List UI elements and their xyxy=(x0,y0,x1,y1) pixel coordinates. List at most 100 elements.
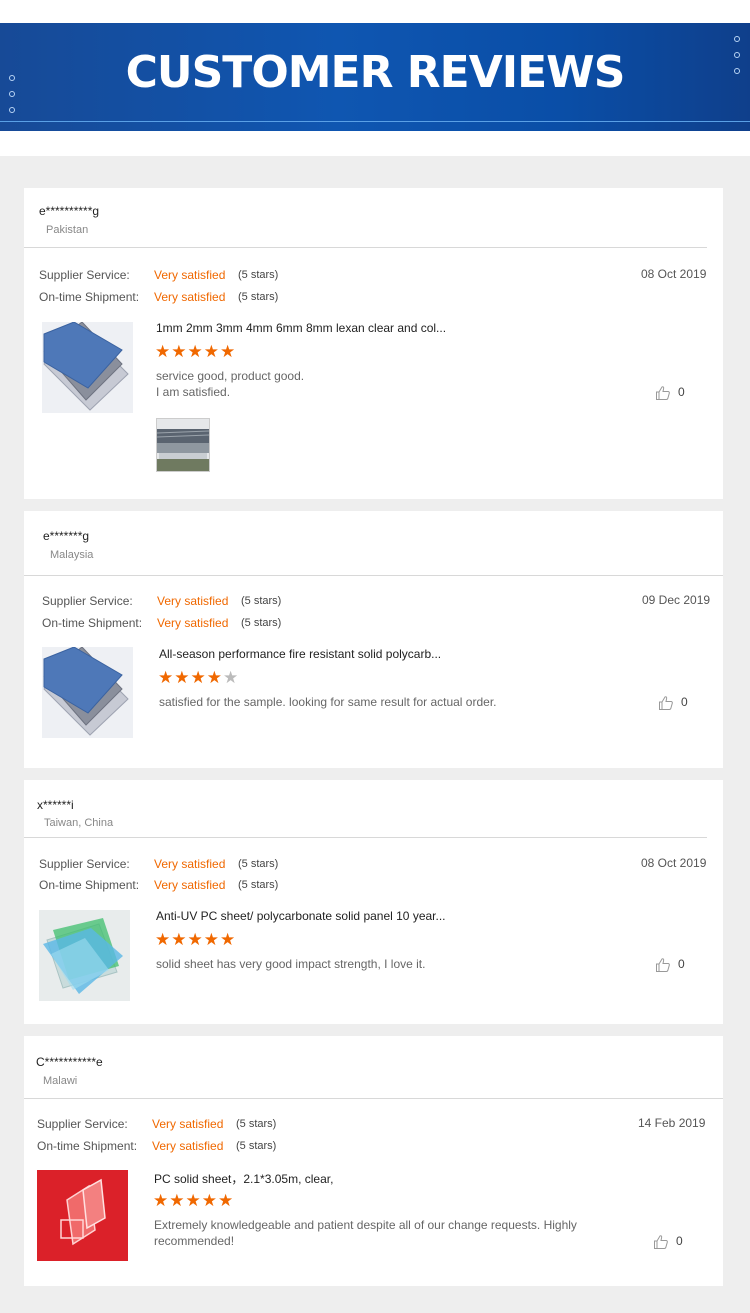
star-filled-icon: ★ xyxy=(190,668,207,687)
thumbs-up-icon[interactable] xyxy=(653,1234,669,1250)
reviewer-country: Malaysia xyxy=(50,549,94,561)
star-filled-icon: ★ xyxy=(155,930,172,949)
star-filled-icon: ★ xyxy=(203,342,220,361)
star-filled-icon: ★ xyxy=(158,668,175,687)
supplier-service-value: Very satisfied xyxy=(157,594,229,608)
thumbs-up-icon[interactable] xyxy=(658,695,674,711)
product-thumbnail[interactable] xyxy=(39,910,130,1001)
star-filled-icon: ★ xyxy=(201,1191,218,1210)
supplier-service-stars: (5 stars) xyxy=(241,595,282,607)
reviewer-name: e*******g xyxy=(43,529,90,543)
supplier-service-stars: (5 stars) xyxy=(238,269,279,281)
reviewer-country: Malawi xyxy=(43,1075,78,1087)
decor-dot-icon xyxy=(9,107,15,113)
star-filled-icon: ★ xyxy=(203,930,220,949)
product-thumbnail[interactable] xyxy=(42,647,133,738)
rating-stars: ★★★★★ xyxy=(155,931,236,948)
product-image-icon xyxy=(42,647,133,738)
decor-dot-icon xyxy=(734,36,740,42)
review-comment: Extremely knowledgeable and patient desp… xyxy=(154,1217,577,1249)
star-filled-icon: ★ xyxy=(220,342,237,361)
star-filled-icon: ★ xyxy=(218,1191,235,1210)
reviewer-name: x******i xyxy=(37,798,74,812)
supplier-service-label: Supplier Service: xyxy=(39,268,130,282)
reviewer-name: C***********e xyxy=(36,1055,103,1069)
rating-stars: ★★★★★ xyxy=(158,669,239,686)
review-comment: solid sheet has very good impact strengt… xyxy=(156,956,425,972)
reviewer-country: Taiwan, China xyxy=(44,817,114,829)
product-title[interactable]: Anti-UV PC sheet/ polycarbonate solid pa… xyxy=(156,909,446,923)
product-thumbnail[interactable] xyxy=(42,322,133,413)
ontime-shipment-value: Very satisfied xyxy=(154,878,226,892)
product-title[interactable]: 1mm 2mm 3mm 4mm 6mm 8mm lexan clear and … xyxy=(156,321,446,335)
review-card: x******i Taiwan, China Supplier Service:… xyxy=(24,780,723,1024)
ontime-shipment-label: On-time Shipment: xyxy=(39,290,140,304)
review-date: 08 Oct 2019 xyxy=(641,856,707,870)
star-filled-icon: ★ xyxy=(206,668,223,687)
star-filled-icon: ★ xyxy=(185,1191,202,1210)
supplier-service-label: Supplier Service: xyxy=(39,857,130,871)
supplier-service-label: Supplier Service: xyxy=(37,1117,128,1131)
reviewer-name: e**********g xyxy=(39,204,100,218)
like-count: 0 xyxy=(681,695,688,709)
ontime-shipment-stars: (5 stars) xyxy=(238,879,279,891)
review-date: 08 Oct 2019 xyxy=(641,267,707,281)
like-count: 0 xyxy=(676,1234,683,1248)
thumbs-up-icon[interactable] xyxy=(655,957,671,973)
ontime-shipment-label: On-time Shipment: xyxy=(42,616,143,630)
review-comment-line: solid sheet has very good impact strengt… xyxy=(156,957,426,971)
divider xyxy=(24,1098,723,1099)
ontime-shipment-stars: (5 stars) xyxy=(236,1140,277,1152)
page-title: CUSTOMER REVIEWS xyxy=(125,47,626,98)
thumbs-up-icon[interactable] xyxy=(655,385,671,401)
star-filled-icon: ★ xyxy=(220,930,237,949)
star-filled-icon: ★ xyxy=(155,342,172,361)
product-image-icon xyxy=(37,1170,128,1261)
supplier-service-value: Very satisfied xyxy=(154,268,226,282)
review-comment: satisfied for the sample. looking for sa… xyxy=(159,694,497,710)
supplier-service-label: Supplier Service: xyxy=(42,594,133,608)
star-filled-icon: ★ xyxy=(174,668,191,687)
review-comment-line: satisfied for the sample. looking for sa… xyxy=(159,695,497,709)
banner-line xyxy=(0,121,750,122)
supplier-service-stars: (5 stars) xyxy=(238,858,279,870)
reviewer-country: Pakistan xyxy=(46,224,89,236)
review-date: 09 Dec 2019 xyxy=(642,593,711,607)
product-title[interactable]: PC solid sheet，2.1*3.05m, clear, xyxy=(154,1170,333,1187)
review-date: 14 Feb 2019 xyxy=(638,1116,706,1130)
supplier-service-value: Very satisfied xyxy=(154,857,226,871)
like-count: 0 xyxy=(678,957,685,971)
review-photo[interactable] xyxy=(156,418,210,472)
ontime-shipment-label: On-time Shipment: xyxy=(37,1139,138,1153)
review-card: e*******g Malaysia Supplier Service: Ver… xyxy=(24,511,723,768)
like-count: 0 xyxy=(678,385,685,399)
ontime-shipment-stars: (5 stars) xyxy=(241,617,282,629)
header-banner: CUSTOMER REVIEWS xyxy=(0,23,750,131)
star-empty-icon: ★ xyxy=(223,668,240,687)
ontime-shipment-value: Very satisfied xyxy=(154,290,226,304)
ontime-shipment-stars: (5 stars) xyxy=(238,291,279,303)
ontime-shipment-value: Very satisfied xyxy=(152,1139,224,1153)
star-filled-icon: ★ xyxy=(187,930,204,949)
review-card: C***********e Malawi Supplier Service: V… xyxy=(24,1036,723,1286)
divider xyxy=(24,575,723,576)
star-filled-icon: ★ xyxy=(171,930,188,949)
divider xyxy=(24,837,707,838)
supplier-service-value: Very satisfied xyxy=(152,1117,224,1131)
divider xyxy=(24,247,707,248)
rating-stars: ★★★★★ xyxy=(155,343,236,360)
star-filled-icon: ★ xyxy=(187,342,204,361)
star-filled-icon: ★ xyxy=(153,1191,170,1210)
review-comment: service good, product good. I am satisfi… xyxy=(156,368,304,400)
review-comment-line: I am satisfied. xyxy=(156,385,231,399)
supplier-service-stars: (5 stars) xyxy=(236,1118,277,1130)
product-thumbnail[interactable] xyxy=(37,1170,128,1261)
star-filled-icon: ★ xyxy=(171,342,188,361)
review-card: e**********g Pakistan Supplier Service: … xyxy=(24,188,723,499)
ontime-shipment-label: On-time Shipment: xyxy=(39,878,140,892)
ontime-shipment-value: Very satisfied xyxy=(157,616,229,630)
product-title[interactable]: All-season performance fire resistant so… xyxy=(159,647,441,661)
review-comment-line: recommended! xyxy=(154,1234,235,1248)
star-filled-icon: ★ xyxy=(169,1191,186,1210)
review-comment-line: Extremely knowledgeable and patient desp… xyxy=(154,1218,577,1232)
